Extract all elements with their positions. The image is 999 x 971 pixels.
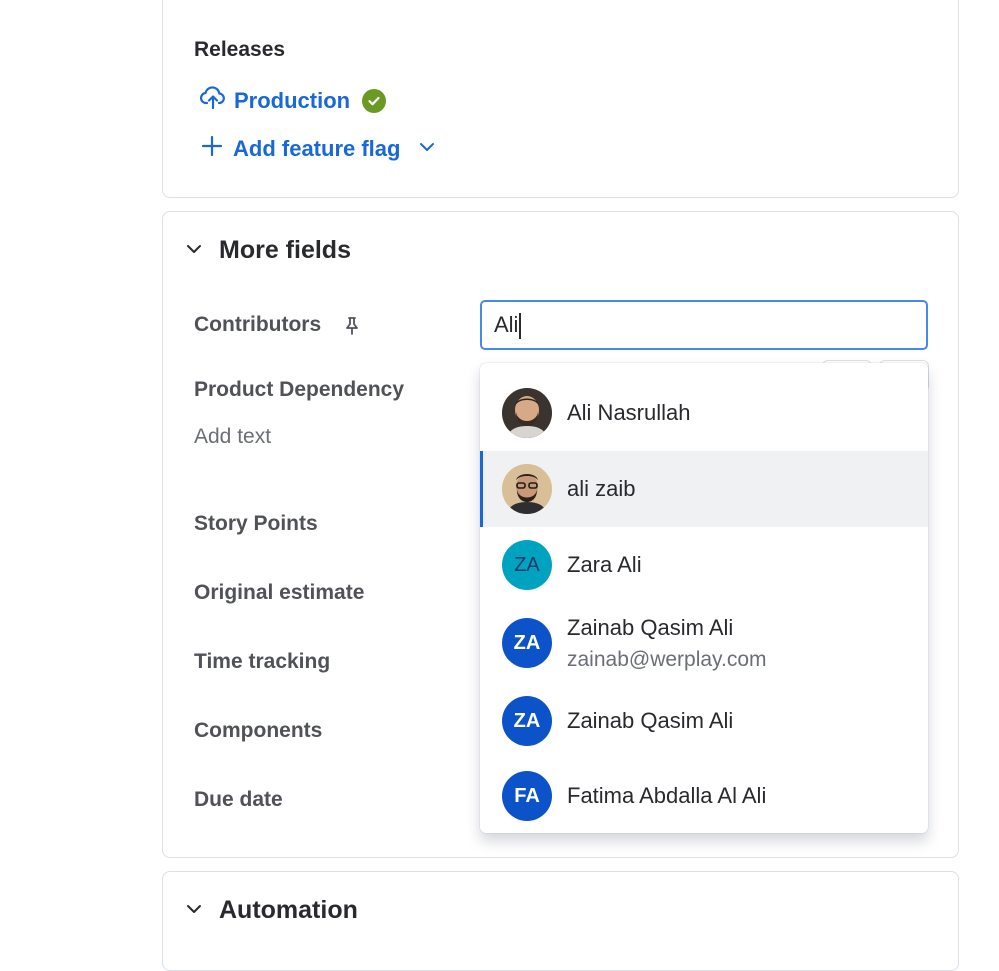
avatar [502, 388, 552, 438]
suggestion-option[interactable]: ZA Zara Ali [480, 527, 928, 603]
cloud-upload-icon [199, 85, 226, 117]
suggestion-name: Ali Nasrullah [567, 400, 691, 425]
plus-icon [201, 135, 223, 163]
avatar: ZA [502, 540, 552, 590]
original-estimate-label: Original estimate [194, 581, 365, 604]
automation-card: Automation [162, 871, 959, 971]
add-feature-flag-label: Add feature flag [233, 136, 401, 161]
production-release-link[interactable]: Production [199, 85, 387, 117]
suggestion-email: zainab@werplay.com [567, 647, 767, 671]
story-points-label: Story Points [194, 512, 318, 535]
check-circle-icon [362, 89, 387, 113]
avatar [502, 464, 552, 514]
suggestion-option[interactable]: ZA Zainab Qasim Ali [480, 683, 928, 759]
time-tracking-label: Time tracking [194, 650, 331, 673]
text-caret [519, 313, 521, 339]
releases-heading: Releases [194, 38, 286, 61]
avatar: FA [502, 771, 552, 821]
more-fields-heading: More fields [219, 236, 351, 264]
contributors-label: Contributors [194, 313, 322, 336]
components-label: Components [194, 719, 323, 742]
avatar: ZA [502, 696, 552, 746]
production-label: Production [234, 88, 351, 113]
avatar: ZA [502, 618, 552, 668]
suggestion-name: Zara Ali [567, 552, 642, 577]
contributors-suggestions-dropdown: Ali Nasrullah ali zaib ZA Zara Ali ZA Za… [480, 363, 928, 833]
suggestion-name: Zainab Qasim Ali [567, 708, 734, 733]
automation-toggle[interactable]: Automation [185, 896, 358, 925]
pin-icon[interactable] [343, 316, 361, 341]
suggestion-option[interactable]: ZA Zainab Qasim Ali zainab@werplay.com [480, 603, 928, 683]
product-dependency-field[interactable]: Add text [194, 425, 271, 449]
suggestion-name: Fatima Abdalla Al Ali [567, 783, 767, 808]
add-feature-flag-button[interactable]: Add feature flag [201, 135, 436, 163]
chevron-down-icon [185, 236, 203, 265]
suggestion-option[interactable]: Ali Nasrullah [480, 375, 928, 451]
automation-heading: Automation [219, 896, 358, 924]
more-fields-toggle[interactable]: More fields [185, 236, 351, 265]
suggestion-option[interactable]: ali zaib [480, 451, 928, 527]
suggestion-name: ali zaib [567, 476, 636, 501]
suggestion-option[interactable]: FA Fatima Abdalla Al Ali [480, 758, 928, 833]
suggestion-name: Zainab Qasim Ali [567, 614, 734, 640]
product-dependency-label: Product Dependency [194, 378, 405, 401]
contributors-search-input[interactable] [480, 300, 928, 350]
chevron-down-icon [418, 136, 436, 162]
releases-card: Releases Production Add feature flag [162, 0, 959, 198]
chevron-down-icon [185, 896, 203, 925]
due-date-label: Due date [194, 788, 283, 811]
